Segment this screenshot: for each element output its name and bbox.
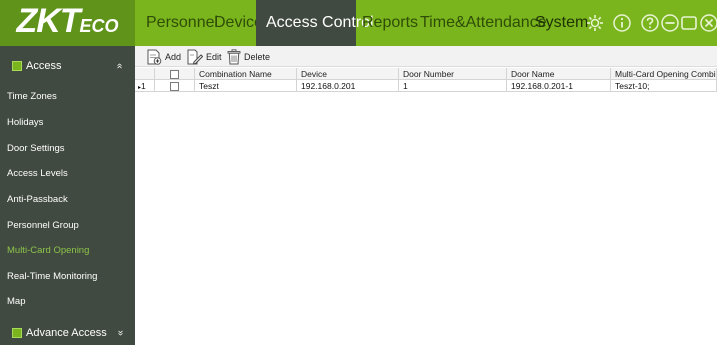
sidebar: Access » Time Zones Holidays Door Settin… <box>0 46 135 345</box>
sidebar-item-door-settings[interactable]: Door Settings <box>0 136 135 162</box>
select-all-cell <box>155 68 195 80</box>
sidebar-item-real-time-monitoring[interactable]: Real-Time Monitoring <box>0 264 135 290</box>
sidebar-item-holidays[interactable]: Holidays <box>0 110 135 136</box>
column-header-multi-card-combination[interactable]: Multi-Card Opening Combi... <box>611 68 717 80</box>
sidebar-item-multi-card-opening[interactable]: Multi-Card Opening <box>0 238 135 264</box>
sidebar-footer-title: Advance Access <box>26 327 107 339</box>
close-icon[interactable] <box>699 13 717 33</box>
expand-chevron-icon[interactable]: » <box>104 330 136 336</box>
row-checkbox-cell <box>155 80 195 92</box>
sidebar-item-map[interactable]: Map <box>0 289 135 315</box>
edit-button[interactable]: Edit <box>187 46 222 67</box>
logo-sub: ECO <box>79 15 119 36</box>
sidebar-item-anti-passback[interactable]: Anti-Passback <box>0 187 135 213</box>
column-header-door-number[interactable]: Door Number <box>399 68 507 80</box>
row-number: 1 <box>141 81 146 91</box>
collapse-chevron-icon[interactable]: » <box>104 63 136 69</box>
trash-icon <box>227 48 241 64</box>
sidebar-item-access-levels[interactable]: Access Levels <box>0 161 135 187</box>
add-button[interactable]: Add <box>147 46 181 67</box>
sidebar-section-advance-access[interactable]: Advance Access » <box>0 317 135 345</box>
nav-reports[interactable]: Reports <box>362 0 418 46</box>
add-label: Add <box>165 51 182 62</box>
row-number-cell: ▸1 <box>135 80 155 92</box>
cell-door-number[interactable]: 1 <box>399 80 507 92</box>
column-header-device[interactable]: Device <box>297 68 399 80</box>
logo-text: ZKTECO <box>16 0 118 49</box>
nav-access-control[interactable]: Access Control <box>256 0 374 46</box>
row-num-header <box>135 68 155 80</box>
row-checkbox[interactable] <box>170 81 179 91</box>
cell-device[interactable]: 192.168.0.201 <box>297 80 399 92</box>
column-header-door-name[interactable]: Door Name <box>507 68 611 80</box>
gear-icon[interactable] <box>585 13 605 33</box>
select-all-checkbox[interactable] <box>170 69 179 79</box>
add-icon <box>147 49 162 65</box>
edit-icon <box>187 49 203 65</box>
sidebar-section-title: Access <box>26 60 62 72</box>
minimize-icon[interactable] <box>660 13 680 33</box>
access-section-icon <box>12 61 22 71</box>
sidebar-section-access[interactable]: Access » <box>0 50 135 82</box>
cell-multi-card-combination[interactable]: Teszt-10; <box>611 80 717 92</box>
cell-door-name[interactable]: 192.168.0.201-1 <box>507 80 611 92</box>
advance-access-icon <box>12 328 22 338</box>
logo-main: ZKT <box>16 1 80 40</box>
top-bar: ZKTECO Personnel Device Access Control R… <box>0 0 717 46</box>
logo: ZKTECO <box>0 0 135 46</box>
cell-combination-name[interactable]: Teszt <box>195 80 297 92</box>
nav-system[interactable]: System <box>535 0 588 46</box>
table-header: Combination Name Device Door Number Door… <box>135 68 717 80</box>
column-header-combination-name[interactable]: Combination Name <box>195 68 297 80</box>
edit-label: Edit <box>206 51 222 62</box>
table-row[interactable]: ▸1 Teszt 192.168.0.201 1 192.168.0.201-1… <box>135 80 717 92</box>
delete-button[interactable]: Delete <box>227 46 270 67</box>
help-icon[interactable] <box>640 13 660 33</box>
toolbar: Add Edit Delete <box>135 46 717 67</box>
sidebar-item-time-zones[interactable]: Time Zones <box>0 84 135 110</box>
sidebar-item-personnel-group[interactable]: Personnel Group <box>0 213 135 239</box>
info-icon[interactable] <box>612 13 632 33</box>
nav-time-attendance[interactable]: Time&Attendance <box>420 0 547 46</box>
maximize-icon[interactable] <box>679 13 699 33</box>
nav-personnel[interactable]: Personnel <box>146 0 218 46</box>
delete-label: Delete <box>244 51 271 62</box>
